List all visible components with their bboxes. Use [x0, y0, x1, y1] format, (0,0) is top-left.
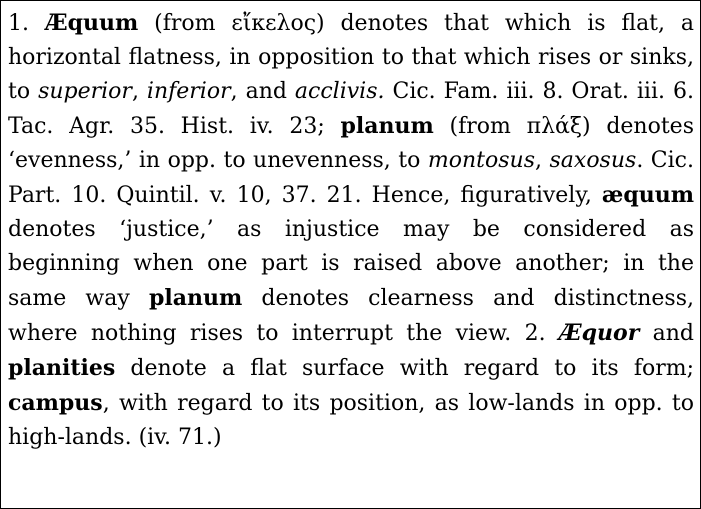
- term-planum-figurative: planum: [148, 285, 243, 311]
- entry-segment: , with regard to its position, as low-la…: [8, 391, 694, 450]
- term-inferior: inferior: [146, 79, 231, 104]
- term-aequum: Æquum: [44, 10, 139, 36]
- entry-segment: denote a flat surface with regard to its…: [115, 356, 694, 381]
- term-acclivis: acclivis.: [294, 79, 385, 104]
- term-planum: planum: [340, 113, 434, 139]
- term-superior: superior: [38, 79, 132, 104]
- term-saxosus: saxosus: [549, 148, 637, 173]
- term-planities: planities: [8, 355, 116, 381]
- term-aequum-figurative: æquum: [601, 182, 694, 208]
- entry-segment: , and: [230, 79, 295, 104]
- entry-segment: and: [639, 321, 694, 346]
- text-frame: 1. Æquum (from εἴκελος) denotes that whi…: [0, 0, 701, 509]
- entry-segment: ,: [131, 79, 147, 104]
- term-montosus: montosus: [427, 148, 535, 173]
- entry-segment: ,: [535, 148, 550, 173]
- synonym-entry-paragraph: 1. Æquum (from εἴκελος) denotes that whi…: [8, 6, 694, 455]
- entry-segment: 1.: [8, 11, 45, 36]
- term-aequor: Æquor: [558, 320, 640, 346]
- term-campus: campus: [8, 390, 103, 416]
